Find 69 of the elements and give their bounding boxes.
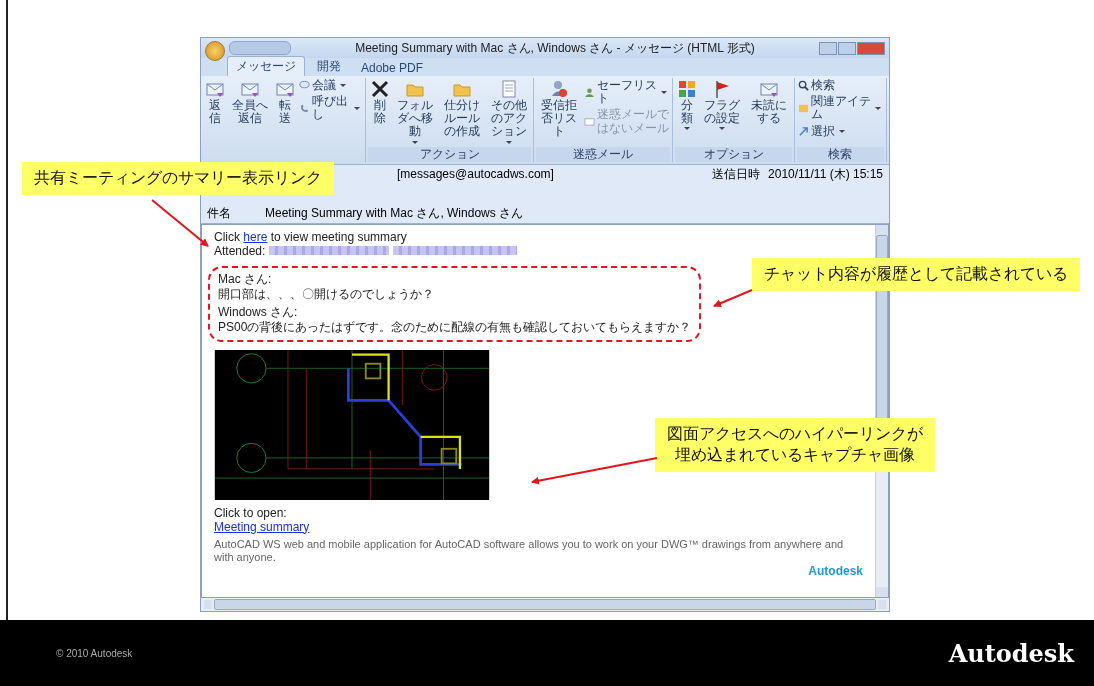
caret-icon <box>354 106 361 110</box>
group-label: オプション <box>675 146 792 162</box>
caret-icon <box>505 140 512 144</box>
ribbon-button[interactable]: 選択 <box>796 123 884 139</box>
ribbon-button[interactable]: 転送 <box>273 78 297 147</box>
chat-speaker: Windows さん: <box>218 304 299 320</box>
here-link[interactable]: here <box>243 229 268 244</box>
disclaimer-text: AutoCAD WS web and mobile application for AutoCAD software allows you to work on your DWG™ drawings from anywhere and with anyone. <box>214 537 845 564</box>
group-label: 迷惑メール <box>536 146 671 162</box>
subject-text: Meeting Summary with Mac さん, Windows さん <box>265 204 524 222</box>
ribbon-button[interactable]: 呼び出し <box>297 94 364 123</box>
office-button[interactable] <box>205 41 225 61</box>
horizontal-scrollbar[interactable] <box>201 598 889 611</box>
arrow <box>713 289 753 307</box>
caret-icon <box>875 106 881 110</box>
ribbon-button[interactable]: 受信拒否リスト <box>536 78 583 147</box>
tiles-icon <box>676 79 697 99</box>
copyright-text: © 2010 Autodesk <box>56 647 133 659</box>
logo-text: Autodesk <box>948 638 1074 668</box>
callout-tooltip: 図面アクセスへのハイパーリンクが 埋め込まれているキャプチャ画像 <box>655 418 935 472</box>
ribbon-tab[interactable]: Adobe PDF <box>353 60 432 76</box>
ribbon-button[interactable]: 会議 <box>297 78 364 94</box>
window-controls[interactable] <box>819 41 885 55</box>
caret-icon <box>683 127 690 131</box>
ribbon-button[interactable]: その他のアクション <box>485 78 532 147</box>
caret-icon <box>339 84 346 88</box>
phone-icon <box>298 102 310 114</box>
ribbon-button[interactable]: 検索 <box>796 78 884 94</box>
ribbon-button[interactable]: 全員へ返信 <box>227 78 273 147</box>
sent-label: 送信日時 <box>712 165 761 183</box>
subject-label: 件名 <box>207 204 232 222</box>
caret-icon <box>838 129 845 133</box>
caret-icon <box>719 127 726 131</box>
ribbon-tab[interactable]: メッセージ <box>227 56 305 76</box>
ribbon-button[interactable]: セーフリスト <box>583 78 671 107</box>
sent-date: 2010/11/11 (木) 15:15 <box>768 165 883 183</box>
magnifier-icon <box>797 80 809 92</box>
caret-icon <box>412 140 419 144</box>
person-icon <box>584 86 596 98</box>
brand-text: Autodesk <box>808 563 863 578</box>
caret-icon <box>661 90 668 94</box>
callout-tooltip: 共有ミーティングのサマリー表示リンク <box>22 162 334 195</box>
callout-tooltip: チャット内容が履歴として記載されている <box>752 258 1080 291</box>
arrow-icon <box>797 125 809 137</box>
ribbon-button[interactable]: 分類 <box>675 78 699 147</box>
cad-drawing[interactable] <box>214 349 490 500</box>
ribbon-button[interactable]: 返信 <box>203 78 226 147</box>
arrow <box>151 199 209 247</box>
ribbon-button[interactable]: 未読にする <box>746 78 792 147</box>
ribbon-button[interactable]: 削除 <box>368 78 392 147</box>
intro-sentence: Click here to view meeting summary <box>214 229 407 244</box>
attended-label: Attended: <box>214 243 266 258</box>
chat-message: 開口部は、、、〇開けるのでしょうか？ <box>218 286 435 302</box>
group-label: 検索 <box>796 146 884 162</box>
ribbon-button[interactable]: 仕分けルールの作成 <box>439 78 485 147</box>
chat-message: PS00の背後にあったはずです。念のために配線の有無も確認しておいてもらえますか？ <box>218 319 692 335</box>
person-icon <box>549 79 570 99</box>
ribbon-tab[interactable]: 開発 <box>309 57 349 76</box>
caption-text: Click to open: <box>214 505 287 520</box>
window-title: Meeting Summary with Mac さん, Windows さん - メッセージ (HTML 形式) <box>354 39 756 57</box>
quick-access-toolbar[interactable] <box>229 41 291 55</box>
sender-address: [messages@autocadws.com] <box>397 167 554 182</box>
ribbon-button[interactable]: フォルダへ移動 <box>392 78 439 147</box>
ribbon-button[interactable]: フラグの設定 <box>699 78 746 147</box>
chat-speaker: Mac さん: <box>218 271 273 287</box>
cross-icon <box>369 79 390 99</box>
meeting-summary-link[interactable]: Meeting summary <box>214 519 310 534</box>
group-label: アクション <box>368 146 532 162</box>
ribbon-button[interactable]: 関連アイテム <box>796 94 884 123</box>
